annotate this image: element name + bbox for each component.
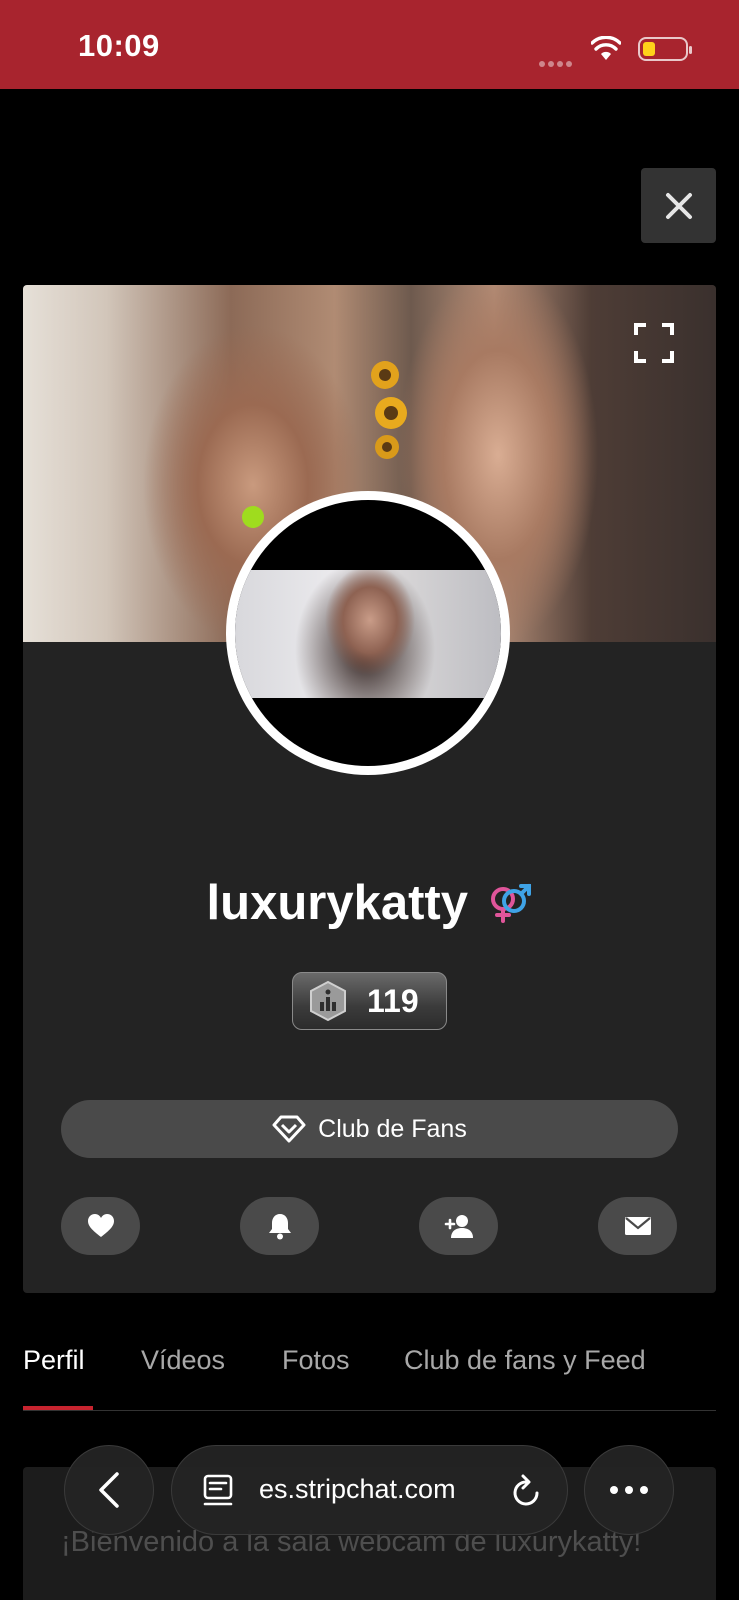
level-hexagon-icon xyxy=(310,980,346,1022)
wifi-icon xyxy=(591,36,621,60)
bell-icon xyxy=(268,1214,291,1240)
message-button[interactable] xyxy=(598,1197,677,1255)
profile-tabs: Perfil Vídeos Fotos Club de fans y Feed xyxy=(23,1345,716,1411)
favorite-button[interactable] xyxy=(61,1197,140,1255)
signal-icon xyxy=(539,54,577,67)
browser-more-button[interactable] xyxy=(584,1445,674,1535)
couple-gender-icon xyxy=(491,884,532,923)
browser-address-bar[interactable]: es.stripchat.com xyxy=(171,1445,568,1535)
level-number: 119 xyxy=(367,982,419,1019)
page-menu-icon[interactable] xyxy=(202,1474,234,1508)
page: 10:09 luxurykatty 119 Club de Fans Perfi… xyxy=(0,0,739,1600)
more-dots-icon xyxy=(610,1486,648,1494)
battery-icon xyxy=(638,37,692,61)
fan-club-button[interactable]: Club de Fans xyxy=(61,1100,678,1158)
add-user-icon xyxy=(444,1215,473,1238)
fan-club-label: Club de Fans xyxy=(318,1114,467,1143)
reload-icon[interactable] xyxy=(510,1473,544,1509)
close-button[interactable] xyxy=(641,168,716,243)
envelope-icon xyxy=(624,1217,651,1235)
tab-videos[interactable]: Vídeos xyxy=(141,1345,225,1376)
username-row: luxurykatty xyxy=(23,875,716,931)
chevron-left-icon xyxy=(99,1472,119,1508)
follow-button[interactable] xyxy=(419,1197,498,1255)
tab-club-de-fans-y-feed[interactable]: Club de fans y Feed xyxy=(404,1345,646,1376)
tab-perfil[interactable]: Perfil xyxy=(23,1345,85,1376)
tab-fotos[interactable]: Fotos xyxy=(282,1345,350,1376)
avatar-photo xyxy=(235,570,501,698)
avatar[interactable] xyxy=(226,491,510,775)
active-tab-indicator xyxy=(23,1406,93,1410)
browser-url: es.stripchat.com xyxy=(259,1474,456,1504)
fullscreen-icon[interactable] xyxy=(634,323,674,363)
status-time: 10:09 xyxy=(78,28,160,63)
close-icon xyxy=(665,192,692,219)
diamond-icon xyxy=(272,1115,306,1143)
profile-card: luxurykatty 119 Club de Fans xyxy=(23,285,716,1293)
heart-icon xyxy=(87,1214,114,1237)
status-bar: 10:09 xyxy=(0,0,739,89)
sunflower-decoration xyxy=(371,361,407,459)
notify-button[interactable] xyxy=(240,1197,319,1255)
username: luxurykatty xyxy=(206,876,468,930)
online-status-dot xyxy=(242,506,264,528)
browser-back-button[interactable] xyxy=(64,1445,154,1535)
level-badge[interactable]: 119 xyxy=(292,972,447,1030)
